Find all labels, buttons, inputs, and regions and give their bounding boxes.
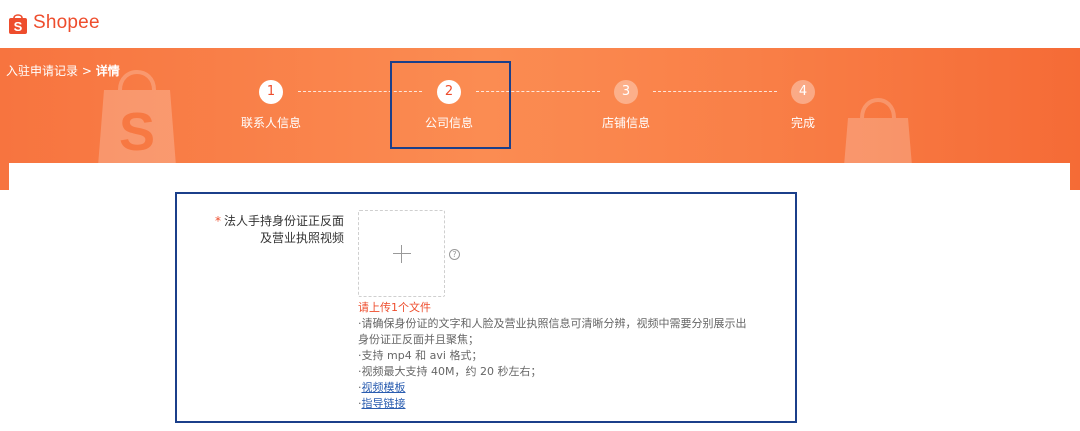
tip-line: ·支持 mp4 和 avi 格式； [358,349,483,362]
step-label: 完成 [790,116,815,130]
tip-link-row: ·视频模板 [358,380,747,396]
step-label: 店铺信息 [601,116,650,130]
svg-text:S: S [14,19,23,34]
step-shop-info: 3 店铺信息 [566,80,686,131]
video-upload-button[interactable] [358,210,445,297]
required-mark: * [214,214,221,228]
breadcrumb-current: 详情 [95,64,120,78]
top-bar: S Shopee [0,0,1080,48]
current-step-highlight [390,61,511,149]
breadcrumb: 入驻申请记录 > 详情 [6,62,120,79]
tip-link-row: ·指导链接 [358,396,747,412]
shopee-logo[interactable]: S Shopee [8,12,100,34]
video-upload-label: * 法人手持身份证正反面 及营业执照视频 [196,213,344,247]
breadcrumb-separator: > [81,64,92,78]
step-number: 3 [614,80,638,104]
brand-name: Shopee [33,12,100,33]
label-line1: 法人手持身份证正反面 [223,214,344,228]
upload-tips: 请上传1个文件 ·请确保身份证的文字和人脸及营业执照信息可清晰分辨，视频中需要分… [358,300,747,412]
tip-line: ·请确保身份证的文字和人脸及营业执照信息可清晰分辨，视频中需要分别展示出 [358,317,747,330]
step-number: 1 [259,80,283,104]
tip-line: 身份证正反面并且聚焦； [358,333,479,346]
svg-text:S: S [119,102,155,162]
help-icon[interactable]: ? [449,249,460,260]
plus-icon [392,244,411,263]
step-label: 联系人信息 [240,116,301,130]
tip-line: ·视频最大支持 40M，约 20 秒左右； [358,365,542,378]
upload-error-message: 请上传1个文件 [358,301,431,314]
breadcrumb-parent-link[interactable]: 入驻申请记录 [6,64,78,78]
video-template-link[interactable]: 视频模板 [362,381,406,394]
step-contact-info: 1 联系人信息 [211,80,331,131]
step-complete: 4 完成 [743,80,863,131]
shopee-bag-icon: S [8,12,28,34]
guide-link[interactable]: 指导链接 [362,397,406,410]
label-line2: 及营业执照视频 [259,231,344,245]
step-number: 4 [791,80,815,104]
